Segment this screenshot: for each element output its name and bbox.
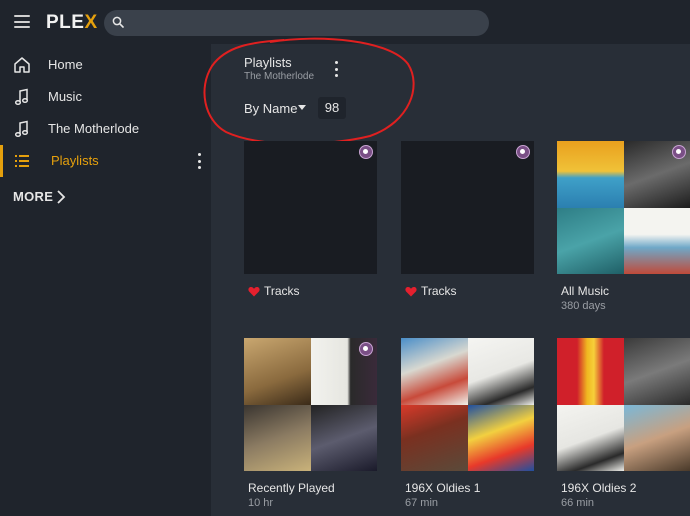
music-note-icon [14,88,29,106]
playlist-type-icon [359,145,373,159]
sidebar-item-home[interactable]: Home [0,49,211,81]
playlist-type-icon [359,342,373,356]
sidebar-item-label: The Motherlode [48,121,140,136]
red-annotation-circle [203,37,415,145]
playlist-type-icon [516,145,530,159]
album-art [310,404,377,471]
playlist-cover[interactable] [401,141,534,274]
sidebar-item-music[interactable]: Music [0,81,211,113]
caret-down-icon[interactable] [298,105,306,110]
playlist-title[interactable]: All Music [561,284,609,298]
heart-icon [248,287,260,297]
playlist-cover[interactable] [244,141,377,274]
sidebar-item-label: Playlists [51,153,99,168]
sidebar-item-label: Music [48,89,82,104]
playlist-title[interactable]: 196X Oldies 1 [405,481,480,495]
plex-logo[interactable]: PLEX [46,12,98,34]
item-count-badge: 98 [318,97,346,119]
album-art [557,338,624,405]
search-input[interactable] [104,10,489,36]
playlist-duration: 66 min [561,497,595,509]
playlist-title[interactable]: Tracks [421,284,457,298]
playlist-type-icon [672,145,686,159]
album-art [244,404,311,471]
playlist-cover[interactable] [557,338,690,471]
chevron-right-icon[interactable] [56,189,66,205]
page-options-icon[interactable] [333,61,339,77]
hamburger-menu-icon[interactable] [14,15,30,28]
album-art [623,207,690,274]
album-art [623,338,690,405]
playlist-title[interactable]: Tracks [264,284,300,298]
playlist-cover[interactable] [401,338,534,471]
playlist-duration: 10 hr [248,497,274,509]
heart-icon [405,287,417,297]
album-art [244,338,311,405]
playlist-cover[interactable] [244,338,377,471]
list-icon [15,155,29,167]
playlist-cover[interactable] [557,141,690,274]
music-note-icon [14,120,29,138]
sidebar-item-playlists[interactable]: Playlists [0,145,211,177]
playlists-more-options-icon[interactable] [196,153,202,169]
sidebar-item-the-motherlode[interactable]: The Motherlode [0,113,211,145]
album-art [401,404,468,471]
search-icon [112,16,124,28]
sidebar-item-label: Home [48,57,83,72]
page-subtitle: The Motherlode [244,71,315,82]
album-art [401,338,468,405]
album-art [467,338,534,405]
sort-dropdown[interactable]: By Name [244,101,297,116]
album-art [557,141,624,208]
sidebar-more-label[interactable]: MORE [13,189,53,204]
playlist-title[interactable]: 196X Oldies 2 [561,481,636,495]
playlist-duration: 380 days [561,300,606,312]
page-title: Playlists [244,55,292,70]
album-art [557,404,624,471]
playlist-title[interactable]: Recently Played [248,481,335,495]
top-bar: PLEX [0,0,690,44]
playlist-duration: 67 min [405,497,439,509]
sidebar: Home Music The Motherlode Playlists MORE [0,44,211,516]
album-art [623,404,690,471]
album-art [557,207,624,274]
album-art [467,404,534,471]
home-icon [14,57,30,73]
